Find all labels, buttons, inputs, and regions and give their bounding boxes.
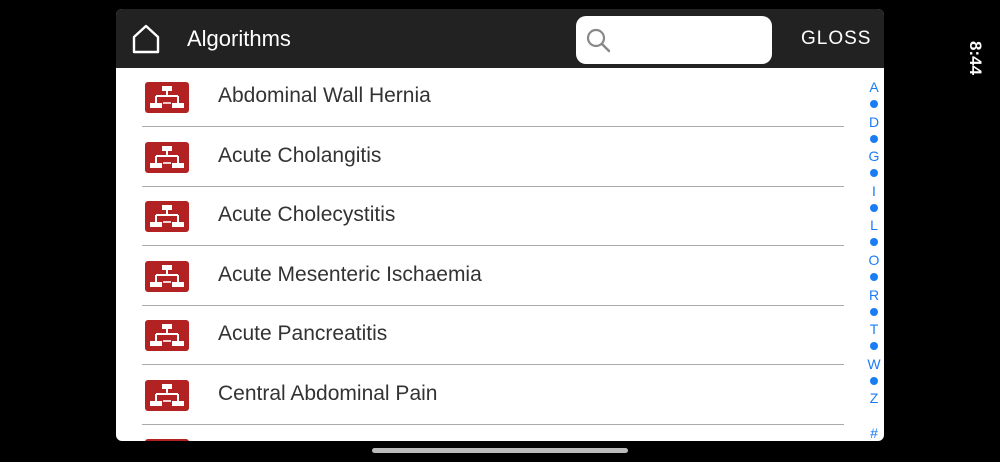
index-dot <box>870 307 878 316</box>
gloss-button[interactable]: GLOSS <box>801 28 871 50</box>
list-item-label: Acute Pancreatitis <box>218 322 388 345</box>
list-item[interactable]: Abdominal Wall Hernia <box>116 68 856 127</box>
index-dot <box>870 134 878 143</box>
list-item-label: Acute Cholecystitis <box>218 203 396 226</box>
flowchart-icon <box>145 141 189 173</box>
list-item-label: Abdominal Wall Hernia <box>218 84 431 107</box>
index-dot <box>870 342 878 351</box>
list-item-label: Central Abdominal Pain <box>218 381 438 405</box>
index-dot <box>870 203 878 212</box>
index-letter[interactable]: G <box>864 148 884 164</box>
index-letter[interactable]: W <box>864 356 884 372</box>
flowchart-icon <box>145 260 189 292</box>
flowchart-icon <box>145 201 189 232</box>
header-bar: Algorithms GLOSS <box>116 9 884 68</box>
search-box[interactable] <box>576 16 772 64</box>
flowchart-icon <box>145 439 189 441</box>
status-time: 8:44 <box>966 41 985 76</box>
list-item[interactable]: Acute Cholangitis <box>116 128 856 187</box>
index-dot <box>870 100 878 108</box>
search-input[interactable] <box>618 24 767 58</box>
flowchart-icon <box>145 320 189 351</box>
list-item[interactable]: Central Abdominal Pain <box>116 366 856 425</box>
home-indicator[interactable] <box>372 448 628 453</box>
index-dot <box>870 238 878 247</box>
index-dot <box>870 273 878 281</box>
list-item[interactable]: Acute Cholecystitis <box>116 187 856 246</box>
list-item[interactable]: Acute Mesenteric Ischaemia <box>116 247 856 306</box>
index-letter[interactable]: D <box>864 114 884 130</box>
home-icon <box>132 24 160 54</box>
flowchart-icon <box>145 82 189 113</box>
index-letter[interactable]: Z <box>864 390 884 406</box>
app-window: Algorithms GLOSS Abdominal Wall Hernia A… <box>116 9 884 441</box>
algorithm-list: Abdominal Wall Hernia Acute Cholangitis … <box>116 68 884 441</box>
index-letter[interactable]: L <box>864 217 884 233</box>
index-dot <box>870 169 878 178</box>
index-letter[interactable]: O <box>864 252 884 268</box>
flowchart-icon <box>145 379 189 411</box>
index-letter[interactable]: # <box>864 425 884 441</box>
index-dot <box>870 376 878 385</box>
list-item[interactable]: Acute Pancreatitis <box>116 306 856 365</box>
list-item-label: Acute Mesenteric Ischaemia <box>218 262 482 286</box>
index-letter[interactable]: I <box>864 183 884 199</box>
index-letter[interactable]: T <box>864 321 884 337</box>
list-item-label: Acute Cholangitis <box>218 143 382 167</box>
page-title: Algorithms <box>187 26 291 51</box>
index-letter[interactable]: A <box>864 79 884 95</box>
alphabet-index[interactable]: A D G I L O R T W Z # <box>864 79 884 441</box>
index-letter[interactable]: R <box>864 287 884 303</box>
list-item[interactable] <box>116 425 856 441</box>
search-icon <box>586 28 611 53</box>
home-button[interactable] <box>130 23 162 55</box>
